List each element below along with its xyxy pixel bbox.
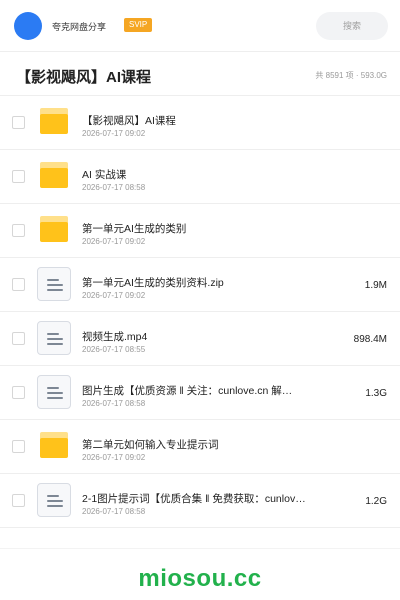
folder-icon	[40, 162, 68, 188]
list-item[interactable]: 第一单元AI生成的类别 2026-07-17 09:02	[0, 204, 400, 258]
list-item[interactable]: 第一单元AI生成的类别资料.zip 2026-07-17 09:02 1.9M	[0, 258, 400, 312]
item-size: 1.2G	[365, 496, 387, 507]
folder-summary: 共 8591 项 · 593.0G	[315, 71, 387, 80]
item-name: AI 实战课	[82, 169, 127, 181]
list-item[interactable]: AI 实战课 2026-07-17 08:58	[0, 150, 400, 204]
search-input[interactable]	[316, 12, 388, 40]
item-name: 第一单元AI生成的类别资料.zip	[82, 277, 224, 289]
app-name: 夸克网盘分享	[52, 22, 107, 32]
page-title: 【影视飓风】AI课程	[16, 69, 152, 86]
list-item[interactable]: 图片生成【优质资源 ‖ 关注：cunlove.cn 解… 2026-07-17 …	[0, 366, 400, 420]
item-size: 898.4M	[353, 334, 387, 345]
file-icon	[37, 321, 71, 355]
select-checkbox[interactable]	[12, 332, 25, 345]
select-checkbox[interactable]	[12, 494, 25, 507]
item-date: 2026-07-17 09:02	[82, 453, 146, 462]
item-name: 第一单元AI生成的类别	[82, 223, 187, 235]
item-date: 2026-07-17 08:55	[82, 345, 146, 354]
select-checkbox[interactable]	[12, 440, 25, 453]
header-bar: 夸克网盘分享 SVIP	[0, 0, 400, 52]
list-item[interactable]: 视频生成.mp4 2026-07-17 08:55 898.4M	[0, 312, 400, 366]
file-icon	[37, 267, 71, 301]
item-date: 2026-07-17 08:58	[82, 507, 146, 516]
folder-icon	[40, 216, 68, 242]
item-name: 【影视飓风】AI课程	[82, 115, 176, 127]
item-date: 2026-07-17 09:02	[82, 129, 146, 138]
item-date: 2026-07-17 08:58	[82, 399, 146, 408]
file-icon	[37, 483, 71, 517]
vip-badge: SVIP	[124, 18, 153, 32]
select-checkbox[interactable]	[12, 278, 25, 291]
select-checkbox[interactable]	[12, 386, 25, 399]
select-checkbox[interactable]	[12, 170, 25, 183]
select-checkbox[interactable]	[12, 116, 25, 129]
footer: miosou.cc	[0, 548, 400, 600]
folder-title-row: 【影视飓风】AI课程 共 8591 项 · 593.0G	[0, 52, 400, 96]
item-name: 第二单元如何输入专业提示词	[82, 439, 219, 451]
file-list: 【影视飓风】AI课程 2026-07-17 09:02 AI 实战课 2026-…	[0, 96, 400, 528]
page: 夸克网盘分享 SVIP 【影视飓风】AI课程 共 8591 项 · 593.0G…	[0, 0, 400, 600]
file-icon	[37, 375, 71, 409]
list-item[interactable]: 2-1图片提示词【优质合集 ‖ 免费获取：cunlov… 2026-07-17 …	[0, 474, 400, 528]
avatar[interactable]	[14, 12, 42, 40]
item-date: 2026-07-17 09:02	[82, 237, 146, 246]
select-checkbox[interactable]	[12, 224, 25, 237]
item-date: 2026-07-17 08:58	[82, 183, 146, 192]
site-brand: miosou.cc	[138, 565, 262, 592]
list-item[interactable]: 第二单元如何输入专业提示词 2026-07-17 09:02	[0, 420, 400, 474]
folder-icon	[40, 432, 68, 458]
list-item[interactable]: 【影视飓风】AI课程 2026-07-17 09:02	[0, 96, 400, 150]
item-size: 1.3G	[365, 388, 387, 399]
folder-icon	[40, 108, 68, 134]
item-name: 2-1图片提示词【优质合集 ‖ 免费获取：cunlov…	[82, 493, 306, 505]
item-size: 1.9M	[364, 280, 387, 291]
item-date: 2026-07-17 09:02	[82, 291, 146, 300]
item-name: 图片生成【优质资源 ‖ 关注：cunlove.cn 解…	[82, 385, 293, 397]
item-name: 视频生成.mp4	[82, 331, 148, 343]
